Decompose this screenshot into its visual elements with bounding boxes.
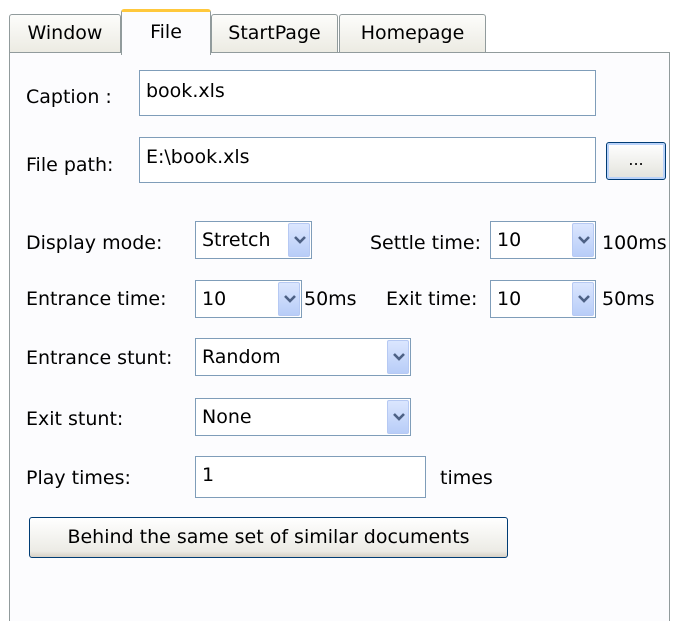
caption-input[interactable]: book.xls	[139, 70, 596, 116]
filepath-label: File path:	[26, 154, 114, 176]
display-mode-select[interactable]: Stretch	[195, 221, 312, 259]
entrance-time-unit: 50ms	[304, 288, 357, 310]
entrance-time-value: 10	[202, 288, 227, 310]
chevron-down-icon[interactable]	[387, 340, 409, 374]
entrance-time-select[interactable]: 10	[195, 280, 302, 318]
browse-button[interactable]: ...	[606, 142, 666, 180]
tab-label: Window	[27, 22, 103, 44]
tab-label: StartPage	[228, 22, 321, 44]
entrance-stunt-value: Random	[202, 346, 281, 368]
chevron-down-icon[interactable]	[278, 282, 300, 316]
exit-time-label: Exit time:	[386, 288, 478, 310]
filepath-input[interactable]: E:\book.xls	[139, 137, 596, 183]
apply-similar-documents-button[interactable]: Behind the same set of similar documents	[29, 517, 508, 558]
apply-similar-documents-label: Behind the same set of similar documents	[67, 526, 470, 548]
settle-time-unit: 100ms	[602, 232, 667, 254]
play-times-label: Play times:	[26, 467, 131, 489]
tab-label: File	[150, 21, 182, 43]
entrance-stunt-label: Entrance stunt:	[26, 347, 173, 369]
display-mode-label: Display mode:	[26, 232, 163, 254]
chevron-down-icon[interactable]	[288, 223, 310, 257]
caption-label: Caption :	[26, 86, 112, 108]
chevron-down-icon[interactable]	[572, 282, 594, 316]
entrance-time-label: Entrance time:	[26, 288, 167, 310]
entrance-stunt-select[interactable]: Random	[195, 338, 411, 376]
chevron-down-icon[interactable]	[572, 223, 594, 257]
tab-window[interactable]: Window	[9, 14, 121, 52]
exit-time-select[interactable]: 10	[490, 280, 596, 318]
tab-startpage[interactable]: StartPage	[211, 14, 338, 52]
play-times-unit: times	[440, 467, 493, 489]
exit-time-value: 10	[497, 288, 522, 310]
settle-time-value: 10	[497, 229, 522, 251]
play-times-input[interactable]: 1	[195, 456, 426, 498]
settle-time-label: Settle time:	[370, 232, 481, 254]
tab-homepage[interactable]: Homepage	[339, 14, 486, 52]
tab-file[interactable]: File	[121, 9, 211, 55]
exit-stunt-value: None	[202, 406, 252, 428]
exit-stunt-select[interactable]: None	[195, 398, 411, 436]
chevron-down-icon[interactable]	[387, 400, 409, 434]
browse-label: ...	[628, 150, 644, 169]
tab-label: Homepage	[360, 22, 465, 44]
settle-time-select[interactable]: 10	[490, 221, 596, 259]
exit-time-unit: 50ms	[602, 288, 655, 310]
display-mode-value: Stretch	[202, 229, 271, 251]
exit-stunt-label: Exit stunt:	[26, 408, 124, 430]
